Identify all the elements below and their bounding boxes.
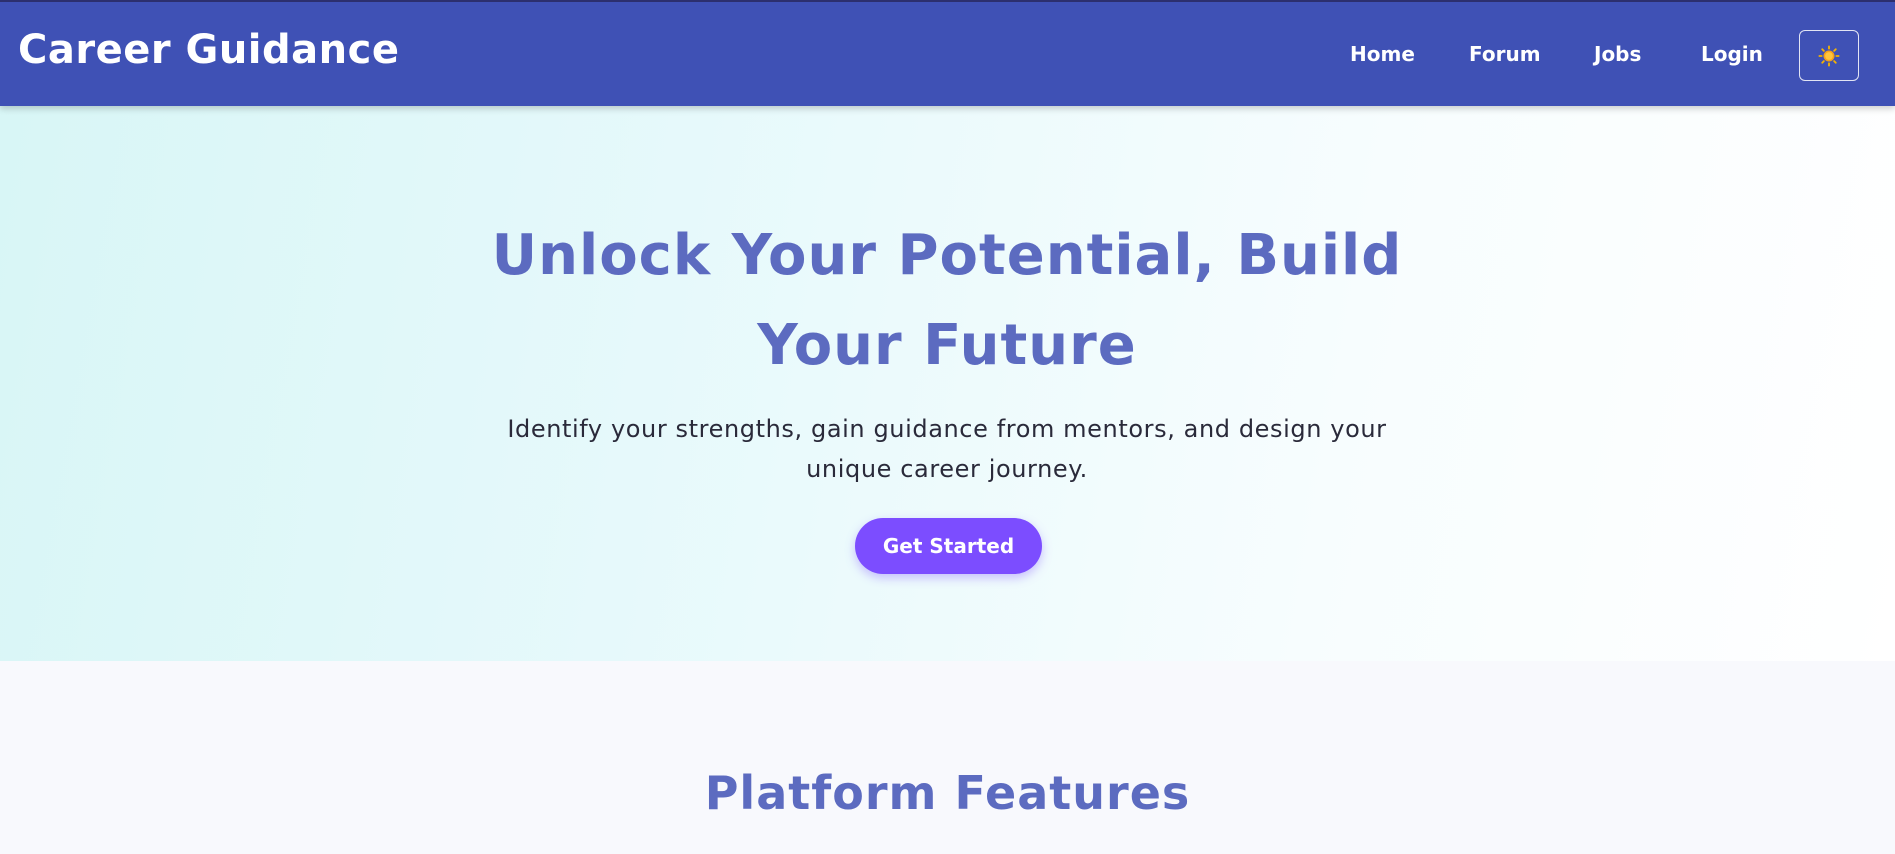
theme-toggle-button[interactable]: [1799, 30, 1859, 81]
nav-link-forum[interactable]: Forum: [1469, 42, 1541, 66]
hero-subtitle: Identify your strengths, gain guidance f…: [507, 415, 1387, 483]
get-started-button[interactable]: Get Started: [855, 518, 1042, 574]
hero-section: Unlock Your Potential, Build Your Future…: [0, 106, 1895, 661]
features-section: Platform Features: [0, 661, 1895, 854]
nav-link-jobs[interactable]: Jobs: [1594, 42, 1641, 66]
hero-title: Unlock Your Potential, Build Your Future: [491, 223, 1403, 378]
nav-link-login[interactable]: Login: [1701, 42, 1763, 66]
top-navbar: Career Guidance Home Forum Jobs Login: [0, 0, 1895, 106]
sun-icon: [1818, 44, 1840, 67]
nav-link-home[interactable]: Home: [1350, 42, 1415, 66]
nav-links: Home Forum Jobs Login: [0, 2, 1895, 108]
features-title: Platform Features: [704, 766, 1191, 820]
